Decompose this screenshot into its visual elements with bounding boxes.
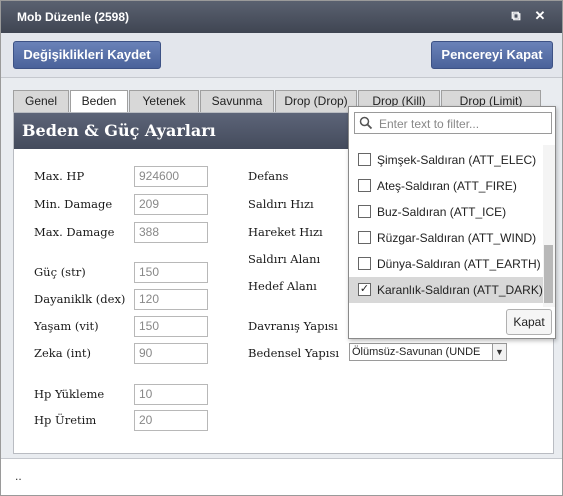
bedensel-yapisi-value: Ölümsüz-Savunan (UNDE <box>352 346 481 358</box>
close-icon[interactable]: ✕ <box>533 9 547 23</box>
max-damage-input[interactable]: 388 <box>134 222 208 243</box>
field-label-hareket-hizi: Hareket Hızı <box>248 225 323 239</box>
option-label: Buz-Saldıran (ATT_ICE) <box>377 205 507 219</box>
bedensel-yapisi-select[interactable]: Ölümsüz-Savunan (UNDE ▼ <box>349 343 507 361</box>
list-item[interactable]: Ateş-Saldıran (ATT_FIRE) <box>349 173 543 199</box>
scrollbar-thumb[interactable] <box>544 245 553 303</box>
close-window-button[interactable]: Pencereyi Kapat <box>431 41 553 69</box>
field-label-hp-yukleme: Hp Yükleme <box>34 387 105 401</box>
field-label-hp-uretim: Hp Üretim <box>34 413 97 427</box>
search-icon <box>359 116 373 130</box>
field-label-saldiri-alani: Saldırı Alanı <box>248 252 321 266</box>
tab-yetenek[interactable]: Yetenek <box>129 90 199 112</box>
tab-savunma[interactable]: Savunma <box>200 90 274 112</box>
field-label-dex: Dayaniklk (dex) <box>34 292 126 306</box>
list-item[interactable]: Rüzgar-Saldıran (ATT_WIND) <box>349 225 543 251</box>
field-label-max-hp: Max. HP <box>34 169 85 183</box>
field-label-defans: Defans <box>248 169 289 183</box>
chevron-down-icon[interactable]: ▼ <box>492 344 506 360</box>
vit-input[interactable]: 150 <box>134 316 208 337</box>
mob-edit-window: Mob Düzenle (2598) ⧉ ✕ Değişiklikleri Ka… <box>0 0 563 496</box>
multiselect-popup: Enter text to filter... Şimşek-Saldıran … <box>348 106 556 339</box>
int-input[interactable]: 90 <box>134 343 208 364</box>
option-label: Ateş-Saldıran (ATT_FIRE) <box>377 179 517 193</box>
popup-close-button[interactable]: Kapat <box>506 309 552 335</box>
status-bar: .. <box>1 458 562 495</box>
field-label-saldiri-hizi: Saldırı Hızı <box>248 197 314 211</box>
checkbox[interactable] <box>358 153 371 166</box>
hp-yukleme-input[interactable]: 10 <box>134 384 208 405</box>
option-label: Şimşek-Saldıran (ATT_ELEC) <box>377 153 537 167</box>
window-title: Mob Düzenle (2598) <box>17 10 130 24</box>
tab-drop-drop[interactable]: Drop (Drop) <box>275 90 357 112</box>
restore-icon[interactable]: ⧉ <box>509 9 523 23</box>
filter-placeholder: Enter text to filter... <box>379 117 480 131</box>
tab-beden[interactable]: Beden <box>70 90 128 113</box>
checkbox[interactable] <box>358 205 371 218</box>
dex-input[interactable]: 120 <box>134 289 208 310</box>
save-changes-button[interactable]: Değişiklikleri Kaydet <box>13 41 161 69</box>
list-item[interactable]: ✓ Karanlık-Saldıran (ATT_DARK) <box>349 277 543 303</box>
status-text: .. <box>15 469 22 483</box>
field-label-davranis-yapisi: Davranış Yapısı <box>248 319 338 333</box>
min-damage-input[interactable]: 209 <box>134 194 208 215</box>
field-label-bedensel-yapisi: Bedensel Yapısı <box>248 346 340 360</box>
list-item[interactable]: Dünya-Saldıran (ATT_EARTH) <box>349 251 543 277</box>
field-label-min-damage: Min. Damage <box>34 197 113 211</box>
max-hp-input[interactable]: 924600 <box>134 166 208 187</box>
field-label-int: Zeka (int) <box>34 346 91 360</box>
field-label-str: Güç (str) <box>34 265 86 279</box>
filter-input[interactable]: Enter text to filter... <box>354 112 552 134</box>
option-list: Şimşek-Saldıran (ATT_ELEC) Ateş-Saldıran… <box>349 145 543 307</box>
option-label: Dünya-Saldıran (ATT_EARTH) <box>377 257 541 271</box>
hp-uretim-input[interactable]: 20 <box>134 410 208 431</box>
checkbox[interactable] <box>358 179 371 192</box>
option-label: Rüzgar-Saldıran (ATT_WIND) <box>377 231 537 245</box>
field-label-hedef-alani: Hedef Alanı <box>248 279 317 293</box>
checkbox-checked[interactable]: ✓ <box>358 283 371 296</box>
str-input[interactable]: 150 <box>134 262 208 283</box>
option-label: Karanlık-Saldıran (ATT_DARK) <box>377 283 543 297</box>
tab-genel[interactable]: Genel <box>13 90 69 112</box>
title-bar[interactable]: Mob Düzenle (2598) ⧉ ✕ <box>1 1 562 33</box>
list-item[interactable]: Şimşek-Saldıran (ATT_ELEC) <box>349 147 543 173</box>
scrollbar[interactable] <box>543 145 555 307</box>
checkbox[interactable] <box>358 257 371 270</box>
toolbar: Değişiklikleri Kaydet Pencereyi Kapat <box>1 33 562 78</box>
list-item[interactable]: Buz-Saldıran (ATT_ICE) <box>349 199 543 225</box>
field-label-max-damage: Max. Damage <box>34 225 115 239</box>
field-label-vit: Yaşam (vit) <box>34 319 99 333</box>
checkbox[interactable] <box>358 231 371 244</box>
